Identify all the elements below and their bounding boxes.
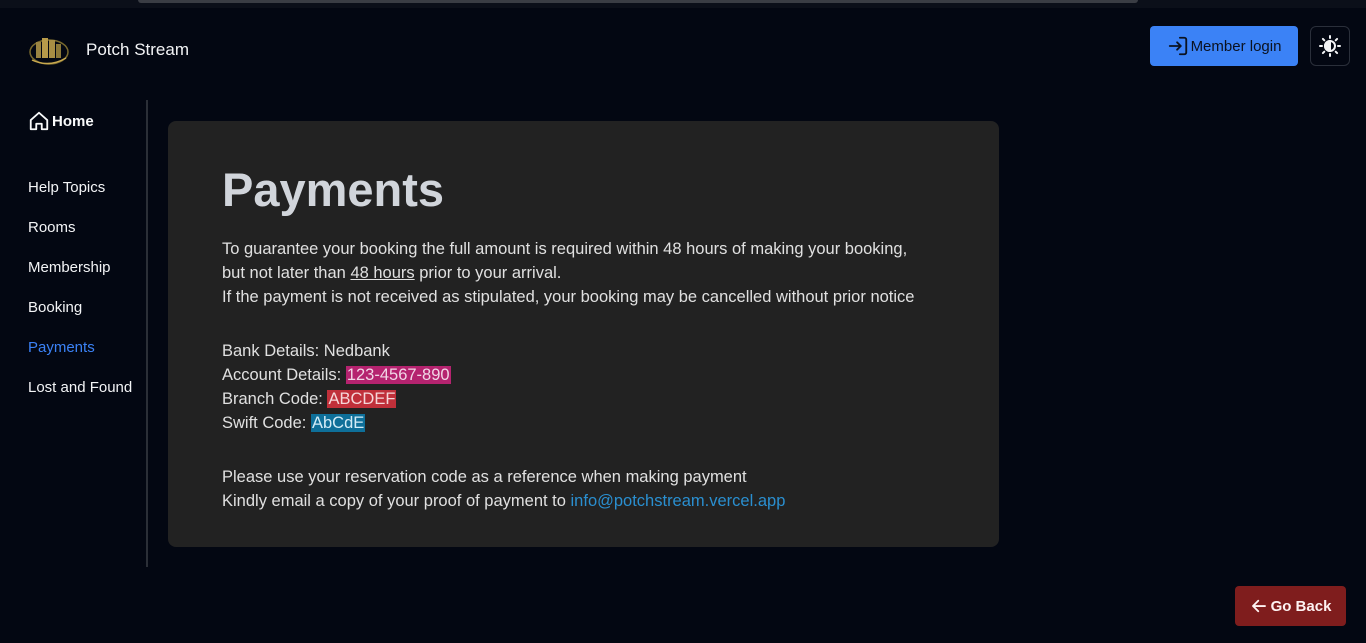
sidebar-item-help-topics[interactable]: Help Topics xyxy=(28,168,148,208)
top-scroll-bar xyxy=(138,0,1138,3)
sidebar-item-payments[interactable]: Payments xyxy=(28,328,148,368)
bank-details: Bank Details: Nedbank Account Details: 1… xyxy=(222,339,945,435)
bank-row: Bank Details: Nedbank xyxy=(222,339,945,363)
email-pre: Kindly email a copy of your proof of pay… xyxy=(222,492,571,510)
member-login-button[interactable]: Member login xyxy=(1150,26,1298,66)
account-label: Account Details: xyxy=(222,366,346,384)
email-link[interactable]: info@potchstream.vercel.app xyxy=(571,492,786,510)
sidebar: Home Help Topics Rooms Membership Bookin… xyxy=(28,108,148,408)
branch-value: ABCDEF xyxy=(327,390,397,408)
brand[interactable]: Potch Stream xyxy=(28,28,189,72)
terms-line-3: If the payment is not received as stipul… xyxy=(222,288,915,306)
branch-row: Branch Code: ABCDEF xyxy=(222,387,945,411)
swift-row: Swift Code: AbCdE xyxy=(222,411,945,435)
browser-top-strip xyxy=(0,0,1366,8)
payment-terms: To guarantee your booking the full amoun… xyxy=(222,237,945,309)
sidebar-item-rooms[interactable]: Rooms xyxy=(28,208,148,248)
account-row: Account Details: 123-4567-890 xyxy=(222,363,945,387)
nav-home[interactable]: Home xyxy=(28,108,148,134)
home-icon xyxy=(29,111,49,131)
arrow-left-icon xyxy=(1251,599,1266,613)
brand-name: Potch Stream xyxy=(86,40,189,59)
building-logo-icon xyxy=(29,38,69,65)
nav-home-label: Home xyxy=(52,112,94,130)
terms-line-2: but not later than 48 hours prior to you… xyxy=(222,261,945,285)
account-value: 123-4567-890 xyxy=(345,366,451,384)
login-icon xyxy=(1168,36,1187,56)
sidebar-divider xyxy=(146,100,148,567)
terms-line-1: To guarantee your booking the full amoun… xyxy=(222,240,908,258)
go-back-button[interactable]: Go Back xyxy=(1235,586,1346,626)
go-back-label: Go Back xyxy=(1270,597,1332,615)
email-line: Kindly email a copy of your proof of pay… xyxy=(222,489,945,513)
payments-card: Payments To guarantee your booking the f… xyxy=(168,121,999,547)
sidebar-item-lost-and-found[interactable]: Lost and Found xyxy=(28,368,148,408)
sidebar-item-membership[interactable]: Membership xyxy=(28,248,148,288)
terms-48-hours: 48 hours xyxy=(350,264,415,282)
terms-line-2-pre: but not later than xyxy=(222,264,351,282)
nav-list: Help Topics Rooms Membership Booking Pay… xyxy=(28,168,148,408)
theme-toggle-icon xyxy=(1319,35,1341,57)
member-login-label: Member login xyxy=(1190,37,1282,55)
reference-line: Please use your reservation code as a re… xyxy=(222,468,747,486)
payment-reference: Please use your reservation code as a re… xyxy=(222,465,945,513)
page-title: Payments xyxy=(222,163,445,216)
bank-value: Nedbank xyxy=(323,342,390,360)
bank-label: Bank Details: xyxy=(222,342,324,360)
swift-label: Swift Code: xyxy=(222,414,311,432)
terms-line-2-post: prior to your arrival. xyxy=(414,264,562,282)
swift-value: AbCdE xyxy=(310,414,366,432)
theme-toggle-button[interactable] xyxy=(1310,26,1350,66)
branch-label: Branch Code: xyxy=(222,390,328,408)
sidebar-item-booking[interactable]: Booking xyxy=(28,288,148,328)
